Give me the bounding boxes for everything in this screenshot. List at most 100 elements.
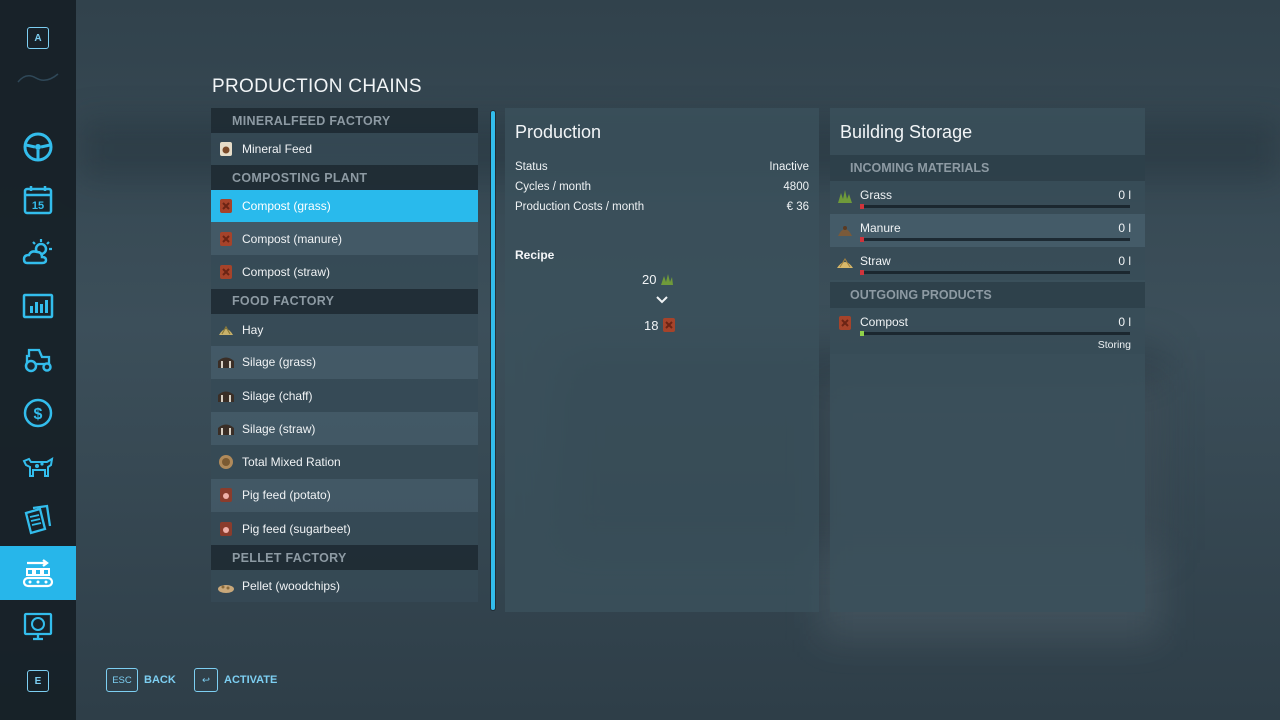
weather-icon <box>22 239 52 265</box>
list-item-label: Pig feed (potato) <box>242 488 331 503</box>
scrollbar-thumb[interactable] <box>491 111 495 610</box>
chevron-down-icon <box>656 296 668 304</box>
compost-icon <box>220 199 232 213</box>
list-scrollbar[interactable] <box>490 110 496 611</box>
section-header: MINERALFEED FACTORY <box>211 108 478 133</box>
nav-calendar[interactable]: 15 <box>0 174 76 226</box>
mineral-feed-icon <box>220 142 232 156</box>
list-item-pellet-woodchips[interactable]: Pellet (woodchips) <box>211 570 478 603</box>
info-label: Status <box>515 161 548 173</box>
list-item-compost-grass[interactable]: Compost (grass) <box>211 190 478 222</box>
list-item-label: Compost (straw) <box>242 264 331 279</box>
recipe-input-amount: 20 <box>642 271 657 287</box>
production-icon <box>22 559 54 588</box>
list-item-label: Compost (manure) <box>242 231 343 246</box>
list-item-label: Silage (straw) <box>242 421 316 436</box>
info-label: Cycles / month <box>515 181 592 193</box>
fill-bar-indicator <box>860 204 864 209</box>
fill-bar-indicator <box>860 237 864 242</box>
storage-name: Compost <box>860 315 909 329</box>
pig-feed-icon <box>220 488 232 503</box>
logo-faint-icon <box>17 73 59 83</box>
recipe-output: 18 <box>644 317 677 333</box>
list-item-silage-straw[interactable]: Silage (straw) <box>211 412 478 446</box>
section-header: FOOD FACTORY <box>211 288 478 314</box>
grass-icon <box>838 190 852 203</box>
key-hint-e: E <box>27 670 49 692</box>
fill-bar <box>860 270 1130 275</box>
recipe-output-amount: 18 <box>644 317 659 333</box>
info-value: € 36 <box>786 201 809 213</box>
info-label: Production Costs / month <box>515 201 645 213</box>
back-label: BACK <box>144 674 176 686</box>
nav-animals[interactable] <box>0 440 76 492</box>
storage-row-straw: Straw 0 l <box>830 247 1145 280</box>
list-item-label: Silage (grass) <box>242 355 317 370</box>
nav-vehicles[interactable] <box>0 333 76 385</box>
list-item-silage-chaff[interactable]: Silage (chaff) <box>211 378 478 413</box>
list-item-label: Mineral Feed <box>242 142 313 156</box>
list-item-total-mixed-ration[interactable]: Total Mixed Ration <box>211 445 478 479</box>
animals-icon <box>22 457 54 477</box>
list-item-compost-straw[interactable]: Compost (straw) <box>211 255 478 289</box>
nav-steering-wheel[interactable] <box>0 121 76 173</box>
storage-amount: 0 l <box>1118 315 1131 329</box>
production-panel: Production Status Inactive Cycles / mont… <box>505 108 819 612</box>
compost-icon <box>839 316 851 330</box>
help-icon <box>23 612 53 641</box>
nav-weather[interactable] <box>0 227 76 279</box>
nav-statistics[interactable] <box>0 280 76 332</box>
list-item-hay[interactable]: Hay <box>211 313 478 346</box>
hay-icon <box>219 325 233 335</box>
fill-bar <box>860 331 1130 336</box>
production-chain-list: MINERALFEED FACTORY Mineral Feed COMPOST… <box>211 108 478 612</box>
nav-contracts[interactable] <box>0 494 76 546</box>
list-item-label: Compost (grass) <box>242 199 331 213</box>
storage-amount: 0 l <box>1118 188 1131 202</box>
page-title: PRODUCTION CHAINS <box>212 76 422 97</box>
grass-icon <box>661 274 674 285</box>
compost-icon <box>220 264 232 279</box>
list-item-label: Pig feed (sugarbeet) <box>242 521 351 536</box>
list-item-label: Total Mixed Ration <box>242 455 341 470</box>
recipe-input: 20 <box>642 271 675 287</box>
outgoing-header: OUTGOING PRODUCTS <box>830 282 1145 308</box>
list-item-pig-feed-sugarbeet[interactable]: Pig feed (sugarbeet) <box>211 512 478 546</box>
storage-row-manure: Manure 0 l <box>830 214 1145 247</box>
back-button[interactable]: ESC BACK <box>106 668 176 692</box>
nav-production[interactable] <box>0 546 76 600</box>
storage-name: Grass <box>860 188 893 202</box>
statistics-icon <box>22 293 54 319</box>
silage-icon <box>218 357 234 369</box>
svg-text:$: $ <box>34 406 43 423</box>
nav-finances[interactable]: $ <box>0 387 76 439</box>
list-item-label: Silage (chaff) <box>242 388 313 403</box>
list-item-mineral-feed[interactable]: Mineral Feed <box>211 133 478 165</box>
list-item-pig-feed-potato[interactable]: Pig feed (potato) <box>211 478 478 513</box>
info-value: 4800 <box>783 181 809 193</box>
straw-icon <box>837 258 853 268</box>
storage-mode[interactable]: Storing <box>1098 339 1131 351</box>
silage-icon <box>218 424 234 435</box>
manure-icon <box>838 226 852 236</box>
calendar-day-text: 15 <box>32 200 44 212</box>
fill-bar <box>860 237 1130 242</box>
nav-help[interactable] <box>0 600 76 652</box>
list-item-silage-grass[interactable]: Silage (grass) <box>211 345 478 379</box>
esc-key-hint: ESC <box>106 668 138 692</box>
fill-bar <box>860 204 1130 209</box>
activate-button[interactable]: ↩ ACTIVATE <box>194 668 277 692</box>
incoming-header: INCOMING MATERIALS <box>830 155 1145 181</box>
storage-amount: 0 l <box>1118 254 1131 268</box>
list-item-compost-manure[interactable]: Compost (manure) <box>211 222 478 256</box>
pig-feed-icon <box>220 521 232 536</box>
building-storage-panel: Building Storage INCOMING MATERIALS Gras… <box>830 108 1145 612</box>
compost-icon <box>663 318 676 332</box>
list-item-label: Hay <box>242 322 264 337</box>
costs-row: Production Costs / month € 36 <box>515 201 809 213</box>
storage-name: Manure <box>860 221 901 235</box>
mixed-ration-icon <box>219 455 233 470</box>
finance-icon: $ <box>23 398 53 428</box>
storage-row-compost: Compost 0 l Storing <box>830 308 1145 354</box>
storage-amount: 0 l <box>1118 221 1131 235</box>
